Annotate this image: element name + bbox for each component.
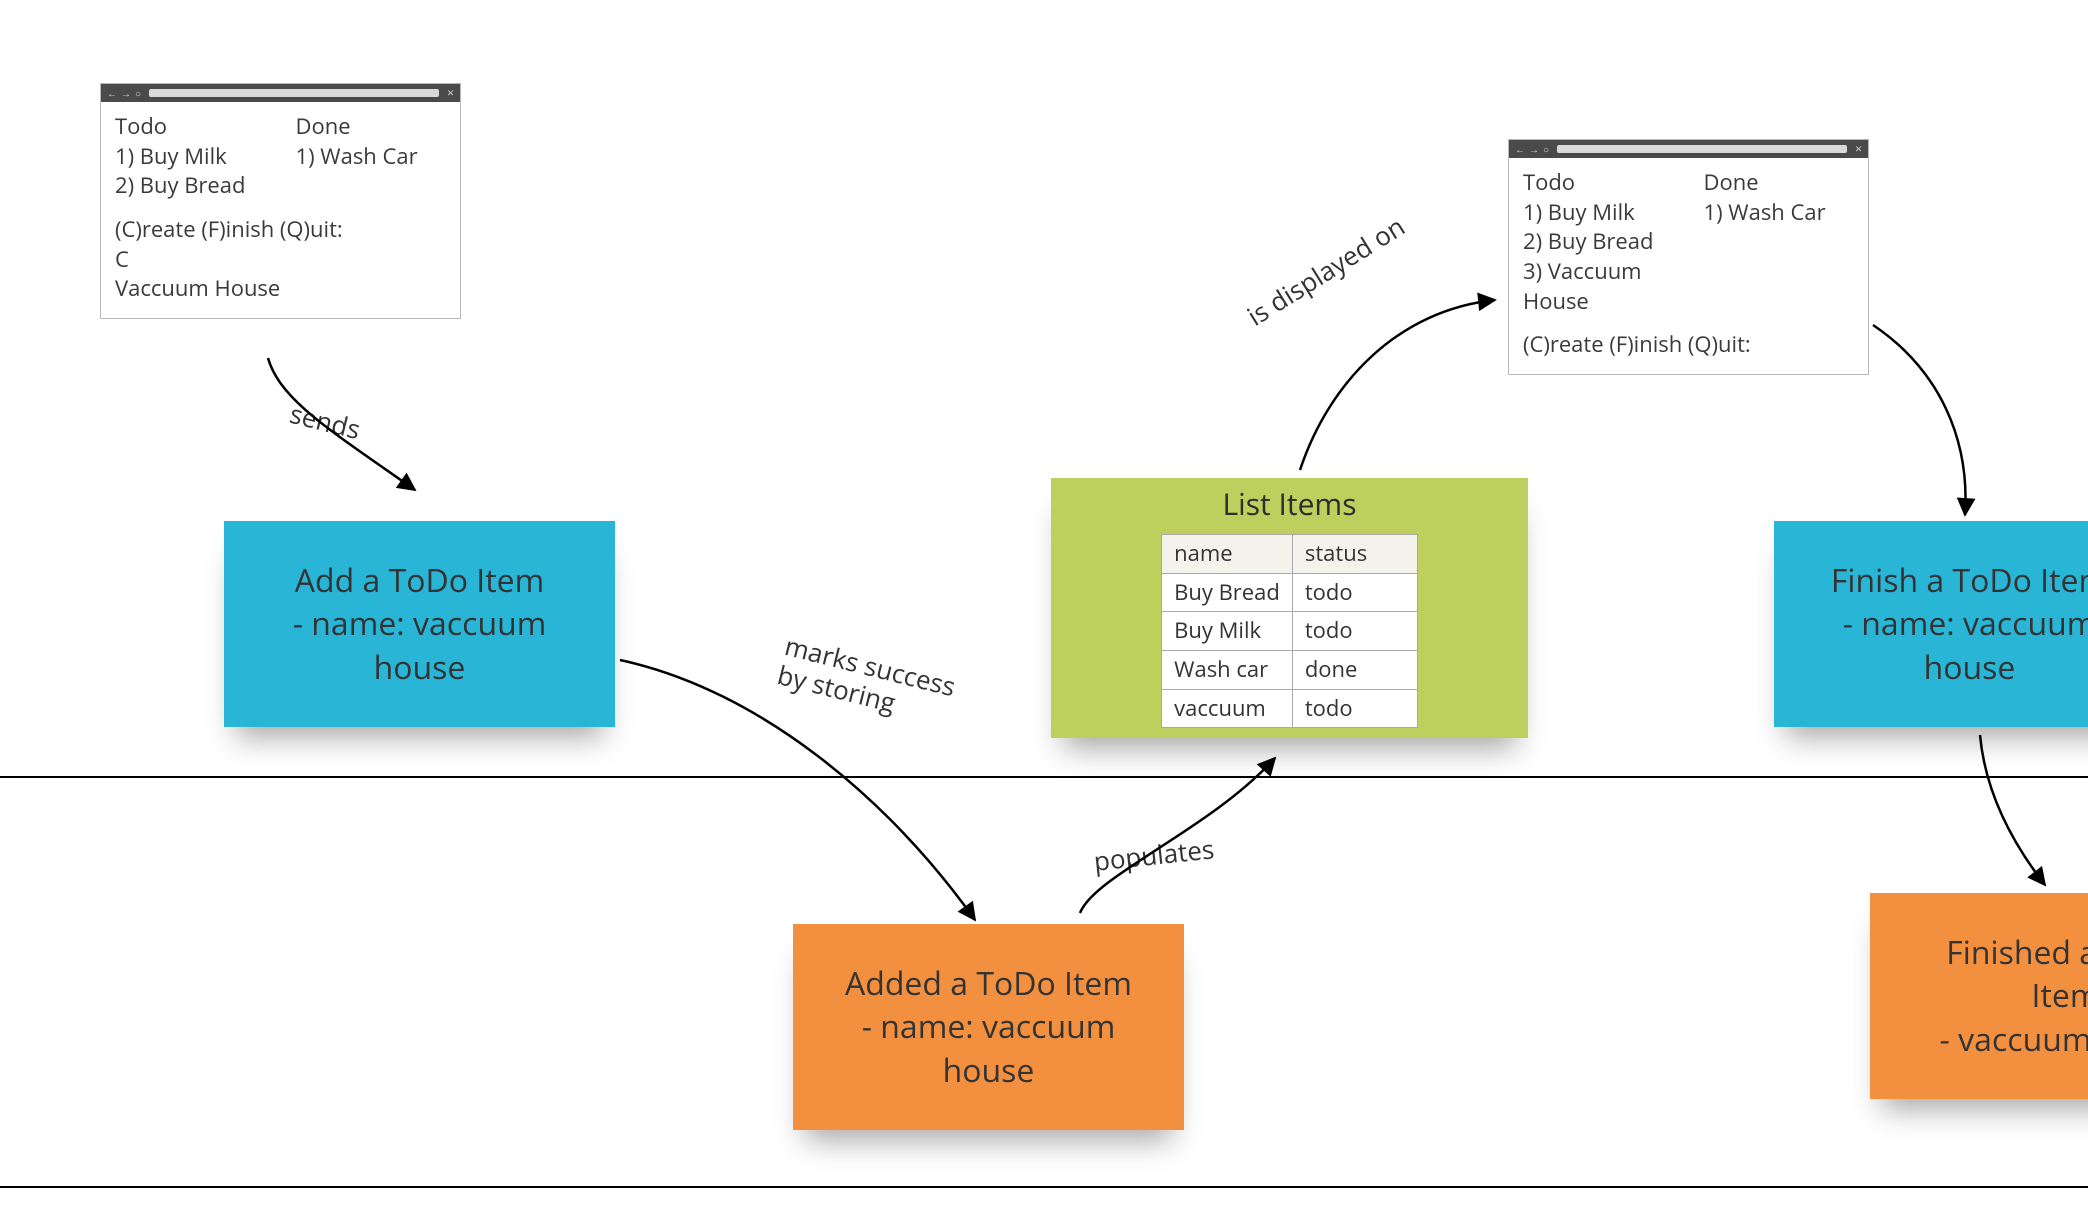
done-item: 1) Wash Car: [296, 142, 447, 172]
edge-label-populates: populates: [1092, 830, 1216, 878]
done-header: Done: [1704, 168, 1855, 198]
url-bar: [1557, 145, 1847, 153]
todo-header: Todo: [115, 112, 266, 142]
edge-label-displayed: is displayed on: [1240, 208, 1411, 334]
col-header: name: [1162, 535, 1293, 574]
todo-item: 1) Buy Milk: [115, 142, 266, 172]
edge-label-marks: marks successby storing: [775, 631, 959, 731]
window-titlebar: ← →: [101, 84, 460, 102]
note-title: Added a ToDo Item: [845, 962, 1132, 1005]
nav-back-icon: ←: [107, 88, 117, 98]
note-sub: - name: vaccuumhouse: [1843, 602, 2088, 688]
todo-item: 1) Buy Milk: [1523, 198, 1674, 228]
note-title: Finish a ToDo Item: [1831, 559, 2088, 602]
nav-forward-icon: →: [121, 88, 131, 98]
todo-item: 2) Buy Bread: [1523, 227, 1674, 257]
note-sub: - vaccuum house: [1940, 1018, 2088, 1061]
terminal-window-left: ← → Todo 1) Buy Milk 2) Buy Bread Done 1…: [100, 83, 461, 319]
done-item: 1) Wash Car: [1704, 198, 1855, 228]
terminal-body: Todo 1) Buy Milk 2) Buy Bread 3) Vaccuum…: [1509, 158, 1868, 330]
note-added-todo: Added a ToDo Item - name: vaccuumhouse: [793, 924, 1184, 1130]
todo-item: 3) Vaccuum House: [1523, 257, 1674, 316]
list-table: name status Buy Breadtodo Buy Milktodo W…: [1161, 534, 1418, 728]
todo-column: Todo 1) Buy Milk 2) Buy Bread 3) Vaccuum…: [1523, 168, 1674, 316]
col-header: status: [1292, 535, 1417, 574]
divider-line: [0, 776, 2088, 778]
close-icon: [1855, 144, 1862, 154]
edge-label-sends: sends: [286, 395, 364, 447]
list-title: List Items: [1222, 484, 1356, 525]
nav-forward-icon: →: [1529, 144, 1539, 154]
note-sub: - name: vaccuumhouse: [293, 602, 547, 688]
diagram-canvas: ← → Todo 1) Buy Milk 2) Buy Bread Done 1…: [0, 0, 2088, 1225]
todo-item: 2) Buy Bread: [115, 171, 266, 201]
divider-line: [0, 1186, 2088, 1188]
table-row: Wash cardone: [1162, 651, 1418, 690]
todo-column: Todo 1) Buy Milk 2) Buy Bread: [115, 112, 266, 201]
note-add-todo: Add a ToDo Item - name: vaccuumhouse: [224, 521, 615, 727]
prompt-text: (C)reate (F)inish (Q)uit:: [1523, 330, 1854, 360]
table-row: name status: [1162, 535, 1418, 574]
terminal-body: Todo 1) Buy Milk 2) Buy Bread Done 1) Wa…: [101, 102, 460, 215]
table-row: Buy Breadtodo: [1162, 573, 1418, 612]
table-row: Buy Milktodo: [1162, 612, 1418, 651]
prompt-entry: Vaccuum House: [115, 274, 446, 304]
todo-header: Todo: [1523, 168, 1674, 198]
terminal-prompt-area: (C)reate (F)inish (Q)uit: C Vaccuum Hous…: [101, 215, 460, 318]
close-icon: [447, 88, 454, 98]
table-row: vaccuumtodo: [1162, 689, 1418, 728]
terminal-window-right: ← → Todo 1) Buy Milk 2) Buy Bread 3) Vac…: [1508, 139, 1869, 375]
nav-refresh-icon: [1543, 144, 1549, 154]
note-list-items: List Items name status Buy Breadtodo Buy…: [1051, 478, 1528, 738]
done-header: Done: [296, 112, 447, 142]
prompt-text: (C)reate (F)inish (Q)uit:: [115, 215, 446, 245]
nav-refresh-icon: [135, 88, 141, 98]
done-column: Done 1) Wash Car: [296, 112, 447, 201]
note-title: Finished a ToDoItem: [1946, 931, 2088, 1017]
url-bar: [149, 89, 439, 97]
note-sub: - name: vaccuumhouse: [862, 1005, 1116, 1091]
terminal-prompt-area: (C)reate (F)inish (Q)uit:: [1509, 330, 1868, 374]
done-column: Done 1) Wash Car: [1704, 168, 1855, 316]
note-title: Add a ToDo Item: [295, 559, 544, 602]
window-titlebar: ← →: [1509, 140, 1868, 158]
nav-back-icon: ←: [1515, 144, 1525, 154]
note-finished-todo: Finished a ToDoItem - vaccuum house: [1870, 893, 2088, 1099]
prompt-choice: C: [115, 245, 446, 275]
note-finish-todo: Finish a ToDo Item - name: vaccuumhouse: [1774, 521, 2088, 727]
